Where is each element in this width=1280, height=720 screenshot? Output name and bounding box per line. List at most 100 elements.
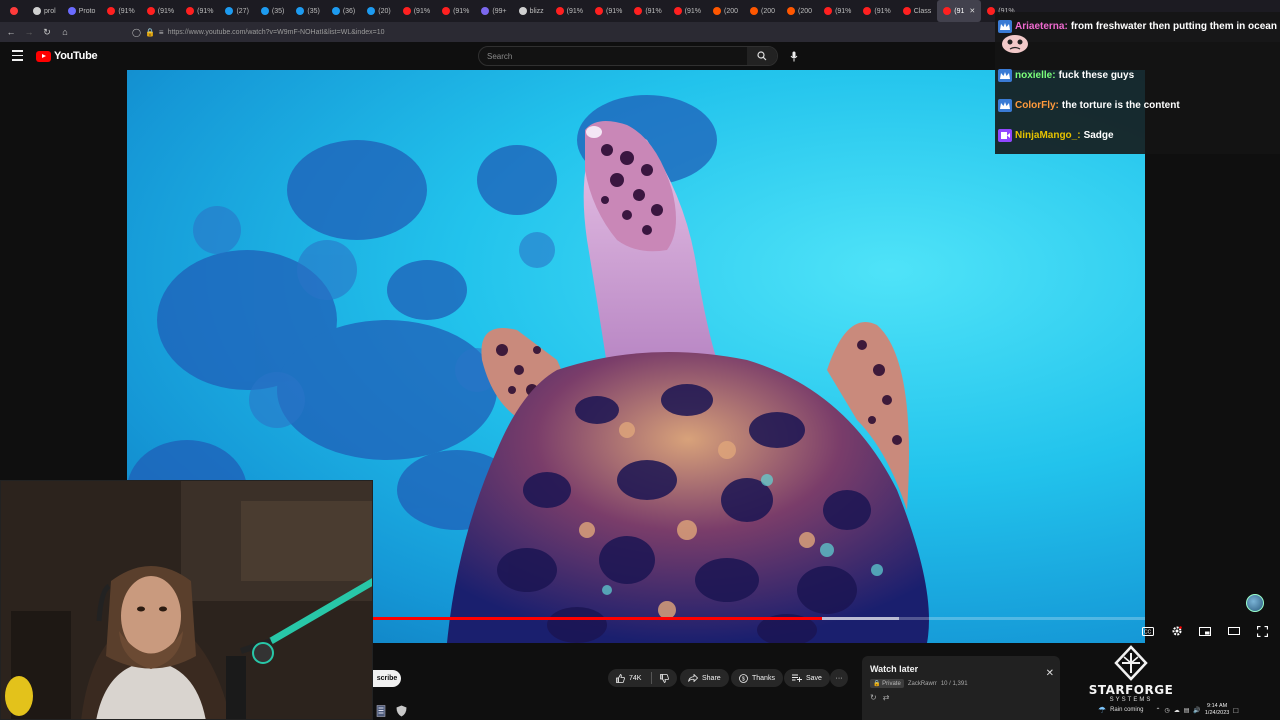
- tab-favicon-icon: [787, 7, 796, 15]
- menu-icon[interactable]: [12, 50, 23, 61]
- tray-app-icon[interactable]: ◷: [1164, 707, 1169, 714]
- browser-tab[interactable]: (91%: [101, 0, 140, 22]
- tray-overflow-icon[interactable]: ⌃: [1155, 707, 1160, 714]
- channel-watermark-icon[interactable]: [1246, 594, 1264, 612]
- youtube-logo[interactable]: YouTube: [36, 50, 98, 62]
- browser-tab[interactable]: (35): [255, 0, 290, 22]
- browser-tab[interactable]: (99+: [475, 0, 512, 22]
- chat-emote-icon: [1002, 35, 1028, 53]
- system-clock[interactable]: 9:14 AM 1/24/2023: [1205, 703, 1229, 717]
- miniplayer-icon: [1199, 626, 1211, 636]
- browser-tab[interactable]: Class: [897, 0, 938, 22]
- search-input[interactable]: [479, 47, 747, 65]
- tab-favicon-icon: [634, 7, 643, 15]
- crown-badge-icon: [998, 99, 1012, 112]
- progress-buffered: [822, 617, 899, 620]
- voice-search-button[interactable]: [786, 48, 802, 64]
- tab-label: (200: [798, 7, 813, 15]
- sponsor-name: STARFORGE: [1088, 683, 1174, 697]
- browser-tab[interactable]: (35): [290, 0, 325, 22]
- playlist-panel: Watch later 🔒 Private ZackRawrr 10 / 1,3…: [862, 656, 1060, 720]
- browser-tab[interactable]: (91 ✕: [937, 0, 982, 22]
- browser-tab[interactable]: prol: [27, 0, 62, 22]
- browser-tab[interactable]: (91%: [628, 0, 667, 22]
- onedrive-icon[interactable]: ☁: [1174, 707, 1180, 714]
- tab-label: prol: [44, 7, 56, 15]
- player-controls-right: CC: [1140, 622, 1270, 640]
- close-icon[interactable]: ✕: [1046, 668, 1054, 679]
- crown-badge-icon: [998, 20, 1012, 33]
- browser-tab[interactable]: (91%: [436, 0, 475, 22]
- browser-tab[interactable]: (91%: [397, 0, 436, 22]
- chat-text: from freshwater then putting them in oce…: [1070, 21, 1277, 32]
- browser-tab[interactable]: (91%: [857, 0, 896, 22]
- fullscreen-button[interactable]: [1254, 623, 1270, 639]
- browser-tab[interactable]: (91%: [818, 0, 857, 22]
- settings-button[interactable]: [1169, 623, 1185, 639]
- volume-icon[interactable]: 🔊: [1193, 707, 1200, 714]
- miniplayer-button[interactable]: [1197, 623, 1213, 639]
- captions-button[interactable]: CC: [1140, 623, 1156, 639]
- browser-tab[interactable]: (91%: [141, 0, 180, 22]
- dislike-button[interactable]: [660, 673, 670, 683]
- chat-message: NinjaMango_: Sadge: [998, 129, 1114, 142]
- system-tray: ☂ Rain coming ⌃ ◷ ☁ ▤ 🔊 9:14 AM 1/24/202…: [1098, 700, 1280, 720]
- tab-close-icon[interactable]: ✕: [969, 7, 975, 15]
- playlist-meta: 🔒 Private ZackRawrr 10 / 1,391: [870, 679, 968, 688]
- browser-tab[interactable]: (20): [361, 0, 396, 22]
- browser-tab[interactable]: (200: [744, 0, 781, 22]
- chat-message: noxielle: fuck these guys: [998, 69, 1134, 82]
- tab-favicon-icon: [943, 7, 952, 15]
- browser-tab[interactable]: blizz: [513, 0, 550, 22]
- subscribe-button[interactable]: scribe: [373, 670, 401, 687]
- youtube-play-icon: [36, 50, 51, 62]
- browser-tab[interactable]: (27): [219, 0, 254, 22]
- theater-mode-button[interactable]: [1226, 623, 1242, 639]
- tab-label: (91%: [684, 7, 702, 15]
- shuffle-icon[interactable]: ⇄: [883, 693, 890, 702]
- browser-tab[interactable]: (91%: [668, 0, 707, 22]
- weather-text[interactable]: Rain coming: [1110, 707, 1143, 713]
- chat-text: fuck these guys: [1058, 70, 1135, 81]
- forward-icon[interactable]: →: [20, 22, 38, 42]
- thanks-label: Thanks: [752, 674, 775, 682]
- address-bar[interactable]: ◯ 🔒 ≡ https://www.youtube.com/watch?v=W9…: [132, 25, 992, 39]
- tab-label: Proto: [78, 7, 96, 15]
- like-count: 74K: [629, 674, 642, 682]
- youtube-logo-text: YouTube: [54, 50, 98, 62]
- browser-tab[interactable]: (91%: [550, 0, 589, 22]
- more-actions-button[interactable]: ···: [830, 669, 848, 687]
- share-icon: [688, 674, 698, 682]
- browser-tab[interactable]: [4, 0, 27, 22]
- browser-tab[interactable]: Proto: [62, 0, 102, 22]
- like-button[interactable]: 74K: [616, 673, 642, 683]
- taskbar-apps: [372, 702, 432, 720]
- thanks-button[interactable]: $ Thanks: [731, 669, 783, 687]
- reload-icon[interactable]: ↻: [38, 22, 56, 42]
- save-button[interactable]: Save: [784, 669, 830, 687]
- loop-icon[interactable]: ↻: [870, 693, 877, 702]
- home-icon[interactable]: ⌂: [56, 22, 74, 42]
- url-text: https://www.youtube.com/watch?v=W9mF-NOH…: [167, 28, 385, 36]
- playlist-owner[interactable]: ZackRawrr: [908, 681, 937, 687]
- app-shield-icon[interactable]: [396, 705, 407, 717]
- search-button[interactable]: [747, 47, 777, 65]
- search-box: [478, 46, 778, 66]
- browser-tab[interactable]: (200: [781, 0, 818, 22]
- tab-label: (20): [378, 7, 391, 15]
- back-icon[interactable]: ←: [2, 22, 20, 42]
- thumbs-up-icon: [616, 673, 625, 683]
- browser-tab[interactable]: (91%: [180, 0, 219, 22]
- tab-label: (35): [307, 7, 320, 15]
- app-document-icon[interactable]: [376, 705, 386, 717]
- chat-text: Sadge: [1083, 130, 1114, 141]
- tab-label: (91%: [118, 7, 135, 15]
- notification-icon[interactable]: □: [1233, 706, 1238, 715]
- share-button[interactable]: Share: [680, 669, 729, 687]
- network-icon[interactable]: ▤: [1184, 707, 1190, 714]
- playlist-title[interactable]: Watch later: [870, 664, 918, 674]
- browser-tab[interactable]: (36): [326, 0, 361, 22]
- browser-tab[interactable]: (91%: [589, 0, 628, 22]
- tab-label: (91%: [453, 7, 470, 15]
- browser-tab[interactable]: (200: [707, 0, 744, 22]
